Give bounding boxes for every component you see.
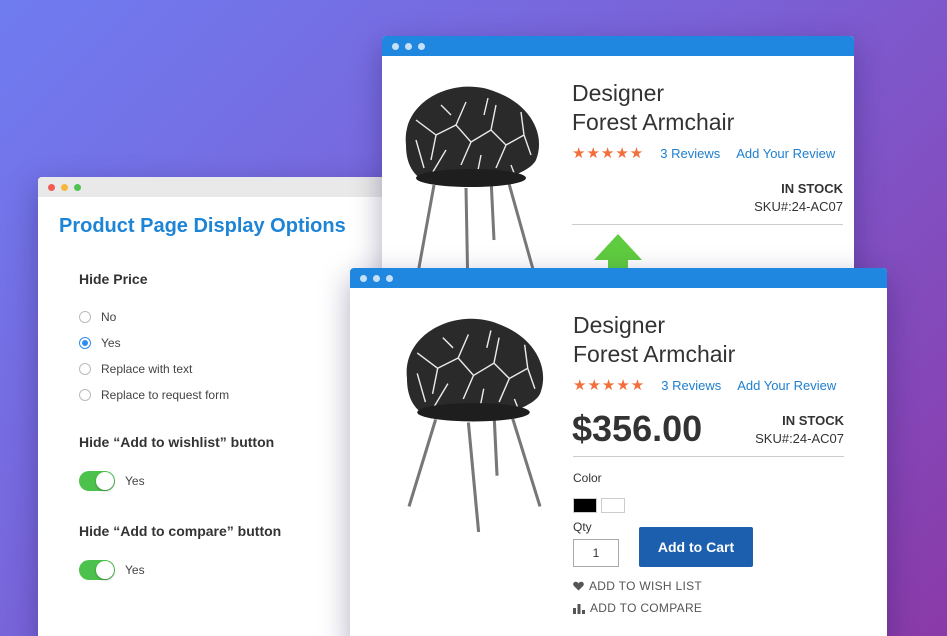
options-titlebar	[38, 177, 398, 197]
stock-info: IN STOCK SKU#:24-AC07	[754, 181, 843, 214]
rating-row: ★★★★★ 3 Reviews Add Your Review	[573, 376, 852, 394]
compare-label: ADD TO COMPARE	[590, 601, 703, 615]
toggle-label: Yes	[125, 474, 145, 488]
radio-circle-selected[interactable]	[79, 337, 91, 349]
wishlist-toggle-row[interactable]: Yes	[79, 471, 145, 491]
color-swatch-black[interactable]	[573, 498, 597, 513]
heart-icon	[573, 581, 584, 591]
armchair-image	[406, 318, 544, 532]
radio-label: No	[101, 310, 117, 324]
product-name-line2: Forest Armchair	[572, 109, 735, 135]
rating-row: ★★★★★ 3 Reviews Add Your Review	[572, 144, 851, 162]
options-window: Product Page Display Options Hide Price …	[38, 177, 398, 636]
add-review-link[interactable]: Add Your Review	[737, 378, 836, 393]
window-dot[interactable]	[360, 274, 367, 282]
wishlist-label: ADD TO WISH LIST	[589, 579, 703, 593]
window-dot[interactable]	[386, 274, 393, 282]
product-window-after: Designer Forest Armchair ★★★★★ 3 Reviews…	[350, 268, 887, 636]
divider	[573, 456, 844, 457]
qty-input[interactable]: 1	[573, 539, 619, 567]
radio-no[interactable]: No	[79, 310, 116, 324]
add-review-link[interactable]: Add Your Review	[736, 146, 835, 161]
maximize-dot[interactable]	[74, 183, 81, 191]
reviews-link[interactable]: 3 Reviews	[660, 146, 720, 161]
color-swatch-white[interactable]	[601, 498, 625, 513]
window-dot[interactable]	[405, 42, 412, 50]
options-title: Product Page Display Options	[59, 215, 346, 237]
rating-stars: ★★★★★	[573, 377, 646, 394]
radio-label: Replace to request form	[101, 388, 230, 402]
reviews-link[interactable]: 3 Reviews	[661, 378, 721, 393]
window-dot[interactable]	[392, 42, 399, 50]
compare-toggle-row[interactable]: Yes	[79, 560, 145, 580]
radio-replace-text[interactable]: Replace with text	[79, 362, 192, 376]
stock-info: IN STOCK SKU#:24-AC07	[755, 413, 844, 446]
product-name-line2: Forest Armchair	[573, 341, 736, 367]
rating-stars: ★★★★★	[572, 145, 645, 162]
qty-label: Qty	[573, 520, 592, 534]
window-dot[interactable]	[418, 42, 425, 50]
radio-yes[interactable]: Yes	[79, 336, 121, 350]
bar-chart-icon	[573, 603, 585, 614]
color-label: Color	[573, 471, 602, 485]
radio-label: Replace with text	[101, 362, 193, 376]
hide-price-label: Hide Price	[79, 271, 148, 287]
product-name-line1: Designer	[572, 80, 665, 106]
minimize-dot[interactable]	[61, 183, 68, 191]
toggle-label: Yes	[125, 563, 145, 577]
window-dot[interactable]	[373, 274, 380, 282]
hide-compare-label: Hide “Add to compare” button	[79, 523, 282, 539]
armchair-image	[405, 86, 540, 295]
product-price: $356.00	[572, 408, 703, 449]
add-to-wishlist-link[interactable]: ADD TO WISH LIST	[573, 579, 702, 593]
sku: SKU#:24-AC07	[754, 199, 843, 214]
radio-circle[interactable]	[79, 389, 91, 401]
divider	[572, 224, 843, 225]
radio-label: Yes	[101, 336, 121, 350]
add-to-cart-button[interactable]: Add to Cart	[639, 527, 753, 567]
radio-circle[interactable]	[79, 363, 91, 375]
close-dot[interactable]	[48, 183, 55, 191]
radio-circle[interactable]	[79, 311, 91, 323]
product-name-line1: Designer	[573, 312, 666, 338]
wishlist-toggle[interactable]	[79, 471, 115, 491]
add-to-compare-link[interactable]: ADD TO COMPARE	[573, 601, 702, 615]
compare-toggle[interactable]	[79, 560, 115, 580]
radio-request-form[interactable]: Replace to request form	[79, 388, 229, 402]
stock-status: IN STOCK	[782, 413, 844, 428]
product-titlebar	[350, 268, 887, 288]
sku: SKU#:24-AC07	[755, 431, 844, 446]
stock-status: IN STOCK	[781, 181, 843, 196]
product-titlebar	[382, 36, 854, 56]
hide-wishlist-label: Hide “Add to wishlist” button	[79, 434, 275, 450]
